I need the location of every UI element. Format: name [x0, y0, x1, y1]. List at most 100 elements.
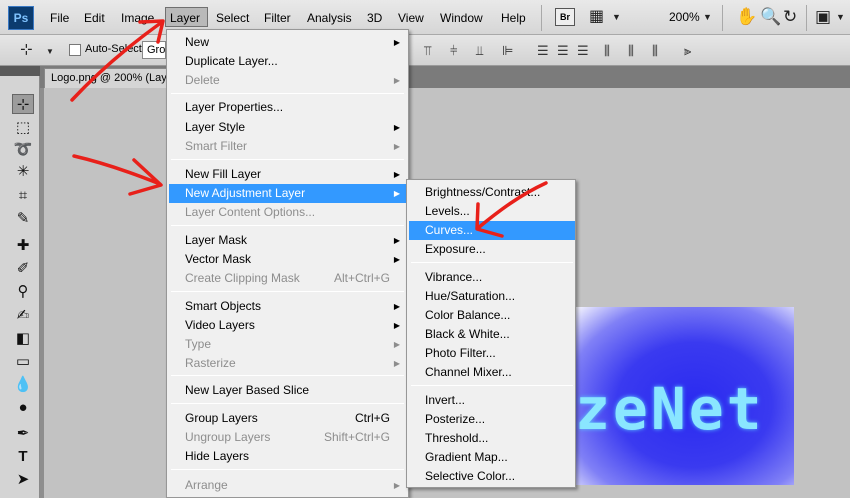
move-tool-icon[interactable]: ⊹ — [12, 94, 34, 114]
blur-tool-icon[interactable]: 💧 — [12, 375, 34, 395]
menu-help[interactable]: Help — [497, 8, 530, 28]
document-tab[interactable]: Logo.png @ 200% (Layer 0, RGB/8) — [44, 68, 174, 88]
menubar-divider — [722, 5, 723, 31]
menu-layer[interactable]: Layer — [165, 7, 208, 27]
menu-item-type[interactable]: Type ▶ — [169, 335, 406, 354]
menu-item-layer-properties[interactable]: Layer Properties... — [169, 98, 406, 117]
gradient-tool-icon[interactable]: ▭ — [12, 352, 34, 372]
align-vcenter-icon[interactable]: ⫩ — [450, 43, 457, 59]
move-tool-icon[interactable]: ⊹ — [20, 39, 33, 61]
bridge-button[interactable]: Br — [555, 8, 575, 26]
menu-item-arrange[interactable]: Arrange ▶ — [169, 476, 406, 495]
menu-item-curves[interactable]: Curves... — [409, 221, 575, 240]
dodge-tool-icon[interactable]: ● — [12, 398, 34, 418]
adjustment-layer-submenu: Brightness/Contrast... Levels... Curves.… — [406, 179, 576, 488]
menubar-divider — [806, 5, 807, 31]
menu-item-gradient-map[interactable]: Gradient Map... — [409, 448, 575, 467]
tool-preset-chevron-icon[interactable]: ▼ — [46, 41, 54, 63]
menu-item-layer-style[interactable]: Layer Style ▶ — [169, 118, 406, 137]
healing-brush-icon[interactable]: ✚ — [12, 236, 34, 256]
clone-stamp-icon[interactable]: ⚲ — [12, 282, 34, 302]
menu-item-photo-filter[interactable]: Photo Filter... — [409, 344, 575, 363]
auto-select-checkbox[interactable] — [69, 44, 81, 56]
align-top-icon[interactable]: ⫪ — [424, 43, 431, 59]
photoshop-logo: Ps — [8, 6, 34, 30]
eraser-tool-icon[interactable]: ◧ — [12, 329, 34, 349]
menu-item-layer-content-options[interactable]: Layer Content Options... — [169, 203, 406, 222]
menu-item-group-layers[interactable]: Group Layers Ctrl+G — [169, 409, 406, 428]
align-left-icon[interactable]: ⊫ — [502, 43, 513, 59]
menu-item-brightness-contrast[interactable]: Brightness/Contrast... — [409, 183, 575, 202]
arrange-chevron-down-icon[interactable]: ▼ — [836, 6, 845, 28]
tools-panel: ⊹ ⬚ ➰ ✳ ⌗ ✎ ✚ ✐ ⚲ ✍ ◧ ▭ 💧 ● ✒ T ➤ — [0, 66, 40, 498]
menu-item-new-fill-layer[interactable]: New Fill Layer ▶ — [169, 165, 406, 184]
menu-item-color-balance[interactable]: Color Balance... — [409, 306, 575, 325]
zoom-tool-icon[interactable]: 🔍 — [760, 6, 781, 28]
menu-item-video-layers[interactable]: Video Layers ▶ — [169, 316, 406, 335]
screen-mode-icon[interactable]: ▦ — [589, 6, 604, 28]
distribute-vcenter-icon[interactable]: ☰ — [557, 43, 569, 59]
menu-item-black-white[interactable]: Black & White... — [409, 325, 575, 344]
distribute-top-icon[interactable]: ☰ — [537, 43, 549, 59]
menu-select[interactable]: Select — [212, 8, 253, 28]
menu-item-threshold[interactable]: Threshold... — [409, 429, 575, 448]
arrange-documents-icon[interactable]: ▣ — [815, 6, 831, 28]
marquee-tool-icon[interactable]: ⬚ — [12, 118, 34, 138]
menu-item-new-adjustment-layer[interactable]: New Adjustment Layer ▶ — [169, 184, 406, 203]
menu-item-invert[interactable]: Invert... — [409, 391, 575, 410]
menu-item-new-layer-based-slice[interactable]: New Layer Based Slice — [169, 381, 406, 400]
hand-tool-icon[interactable]: ✋ — [736, 6, 757, 28]
menu-item-new[interactable]: New ▶ — [169, 33, 406, 52]
auto-select-dropdown[interactable]: Gro — [142, 41, 166, 59]
layer-menu: New ▶ Duplicate Layer... Delete ▶ Layer Pr… — [166, 29, 409, 498]
align-bottom-icon[interactable]: ⫫ — [476, 43, 483, 59]
pen-tool-icon[interactable]: ✒ — [12, 424, 34, 444]
menu-item-channel-mixer[interactable]: Channel Mixer... — [409, 363, 575, 382]
menu-item-posterize[interactable]: Posterize... — [409, 410, 575, 429]
distribute-hcenter-icon[interactable]: ⫼ — [628, 43, 634, 59]
distribute-left-icon[interactable]: ⫼ — [604, 43, 610, 59]
rotate-view-icon[interactable]: ↻ — [783, 6, 797, 28]
menu-item-smart-objects[interactable]: Smart Objects ▶ — [169, 297, 406, 316]
distribute-bottom-icon[interactable]: ☰ — [577, 43, 589, 59]
menu-item-create-clipping-mask[interactable]: Create Clipping Mask Alt+Ctrl+G — [169, 269, 406, 288]
menu-item-ungroup-layers[interactable]: Ungroup Layers Shift+Ctrl+G — [169, 428, 406, 447]
crop-tool-icon[interactable]: ⌗ — [12, 186, 34, 206]
menu-item-layer-mask[interactable]: Layer Mask ▶ — [169, 231, 406, 250]
menu-item-hue-saturation[interactable]: Hue/Saturation... — [409, 287, 575, 306]
zoom-chevron-down-icon[interactable]: ▼ — [703, 6, 712, 28]
menu-item-levels[interactable]: Levels... — [409, 202, 575, 221]
magic-wand-icon[interactable]: ✳ — [12, 162, 34, 182]
menu-item-hide-layers[interactable]: Hide Layers — [169, 447, 406, 466]
menu-file[interactable]: File — [46, 8, 73, 28]
menu-filter[interactable]: Filter — [260, 8, 295, 28]
menu-view[interactable]: View — [394, 8, 428, 28]
zoom-level[interactable]: 200% — [669, 10, 700, 24]
menu-analysis[interactable]: Analysis — [303, 8, 356, 28]
brush-tool-icon[interactable]: ✐ — [12, 259, 34, 279]
history-brush-icon[interactable]: ✍ — [12, 306, 34, 326]
menu-image[interactable]: Image — [117, 8, 158, 28]
menu-3d[interactable]: 3D — [363, 8, 386, 28]
eyedropper-icon[interactable]: ✎ — [12, 209, 34, 229]
chevron-down-icon[interactable]: ▼ — [612, 6, 621, 28]
menu-item-smart-filter[interactable]: Smart Filter ▶ — [169, 137, 406, 156]
lasso-tool-icon[interactable]: ➰ — [12, 140, 34, 160]
menu-separator — [171, 93, 404, 94]
menu-item-delete[interactable]: Delete ▶ — [169, 71, 406, 90]
menu-separator — [171, 159, 404, 160]
menu-window[interactable]: Window — [436, 8, 487, 28]
tools-panel-header[interactable] — [0, 66, 40, 76]
menu-item-vector-mask[interactable]: Vector Mask ▶ — [169, 250, 406, 269]
menu-item-selective-color[interactable]: Selective Color... — [409, 467, 575, 486]
distribute-right-icon[interactable]: ⫼ — [652, 43, 658, 59]
auto-select-label: Auto-Select: — [85, 43, 145, 55]
menu-item-vibrance[interactable]: Vibrance... — [409, 268, 575, 287]
type-tool-icon[interactable]: T — [12, 447, 34, 467]
menu-item-rasterize[interactable]: Rasterize ▶ — [169, 354, 406, 373]
menu-item-duplicate-layer[interactable]: Duplicate Layer... — [169, 52, 406, 71]
path-selection-icon[interactable]: ➤ — [12, 470, 34, 490]
menu-item-exposure[interactable]: Exposure... — [409, 240, 575, 259]
auto-align-icon[interactable]: ⫸ — [684, 43, 691, 59]
menu-edit[interactable]: Edit — [80, 8, 109, 28]
